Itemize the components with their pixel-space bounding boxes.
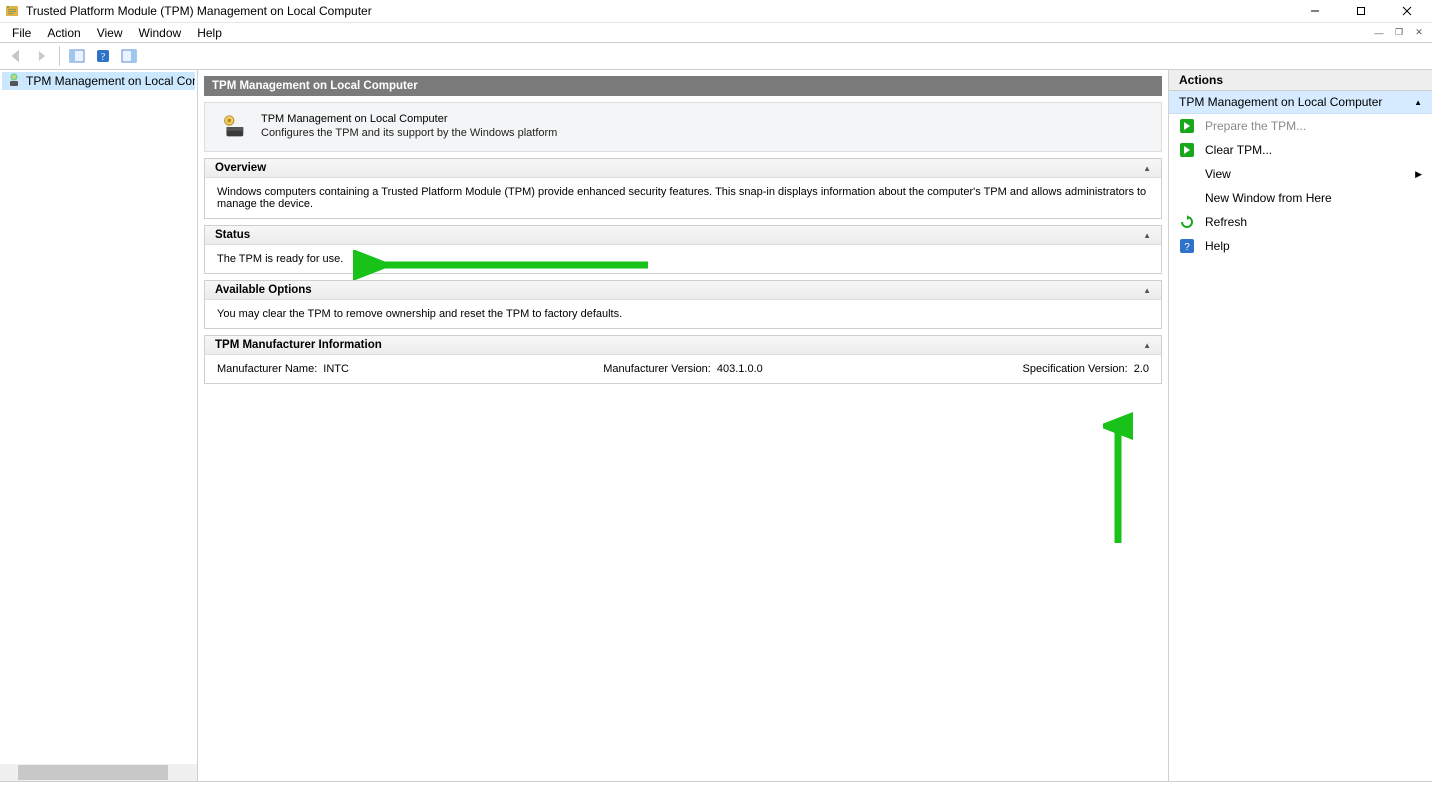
- help-icon: ?: [1179, 238, 1195, 254]
- section-options: Available Options ▲ You may clear the TP…: [204, 280, 1162, 329]
- menu-window[interactable]: Window: [131, 25, 190, 41]
- arrow-right-green-icon: [1179, 118, 1195, 134]
- intro-title: TPM Management on Local Computer: [261, 113, 557, 125]
- show-hide-action-pane-button[interactable]: [117, 45, 141, 67]
- action-view-label: View: [1205, 167, 1231, 181]
- mdi-restore[interactable]: ❐: [1390, 25, 1408, 41]
- main-content: TPM Management on Local Compu TPM Manage…: [0, 70, 1432, 781]
- action-help-label: Help: [1205, 239, 1230, 253]
- tree-root-node[interactable]: TPM Management on Local Compu: [2, 72, 195, 90]
- section-status: Status ▲ The TPM is ready for use.: [204, 225, 1162, 274]
- manufacturer-name-label: Manufacturer Name:: [217, 363, 317, 375]
- action-prepare-label: Prepare the TPM...: [1205, 119, 1306, 133]
- collapse-icon: ▲: [1143, 286, 1151, 295]
- section-status-title: Status: [215, 229, 250, 241]
- section-overview-header[interactable]: Overview ▲: [205, 159, 1161, 178]
- submenu-indicator-icon: ▶: [1415, 169, 1422, 180]
- action-refresh-label: Refresh: [1205, 215, 1247, 229]
- section-options-header[interactable]: Available Options ▲: [205, 281, 1161, 300]
- menu-view[interactable]: View: [89, 25, 131, 41]
- action-new-window[interactable]: New Window from Here: [1169, 186, 1432, 210]
- mdi-close[interactable]: ✕: [1410, 25, 1428, 41]
- section-overview-body: Windows computers containing a Trusted P…: [205, 178, 1161, 218]
- svg-text:?: ?: [101, 52, 106, 63]
- close-button[interactable]: [1384, 0, 1430, 22]
- action-help[interactable]: ? Help: [1169, 234, 1432, 258]
- action-new-window-label: New Window from Here: [1205, 191, 1332, 205]
- minimize-button[interactable]: [1292, 0, 1338, 22]
- section-manufacturer: TPM Manufacturer Information ▲ Manufactu…: [204, 335, 1162, 384]
- action-view[interactable]: View ▶: [1169, 162, 1432, 186]
- specification-version-value: 2.0: [1134, 363, 1149, 375]
- action-prepare-tpm[interactable]: Prepare the TPM...: [1169, 114, 1432, 138]
- toolbar: ?: [0, 43, 1432, 70]
- section-manufacturer-header[interactable]: TPM Manufacturer Information ▲: [205, 336, 1161, 355]
- title-bar: Trusted Platform Module (TPM) Management…: [0, 0, 1432, 22]
- intro-box: TPM Management on Local Computer Configu…: [204, 102, 1162, 152]
- back-button[interactable]: [4, 45, 28, 67]
- maximize-button[interactable]: [1338, 0, 1384, 22]
- collapse-icon: ▲: [1414, 98, 1422, 107]
- section-overview: Overview ▲ Windows computers containing …: [204, 158, 1162, 219]
- tpm-node-icon: [6, 73, 22, 89]
- section-overview-title: Overview: [215, 162, 266, 174]
- blank-icon: [1179, 166, 1195, 182]
- section-options-body: You may clear the TPM to remove ownershi…: [205, 300, 1161, 328]
- refresh-icon: [1179, 214, 1195, 230]
- console-tree-pane: TPM Management on Local Compu: [0, 70, 198, 781]
- manufacturer-row: Manufacturer Name: INTC Manufacturer Ver…: [217, 363, 1149, 375]
- actions-context[interactable]: TPM Management on Local Computer ▲: [1169, 91, 1432, 114]
- menu-file[interactable]: File: [4, 25, 39, 41]
- action-refresh[interactable]: Refresh: [1169, 210, 1432, 234]
- mdi-controls: — ❐ ✕: [1370, 25, 1428, 41]
- collapse-icon: ▲: [1143, 164, 1151, 173]
- menu-help[interactable]: Help: [189, 25, 230, 41]
- manufacturer-name-value: INTC: [323, 363, 349, 375]
- manufacturer-version-label: Manufacturer Version:: [603, 363, 711, 375]
- specification-version-label: Specification Version:: [1023, 363, 1128, 375]
- section-options-title: Available Options: [215, 284, 312, 296]
- actions-context-label: TPM Management on Local Computer: [1179, 95, 1382, 109]
- show-hide-console-tree-button[interactable]: [65, 45, 89, 67]
- toolbar-separator: [59, 46, 60, 66]
- app-icon: [4, 3, 20, 19]
- collapse-icon: ▲: [1143, 341, 1151, 350]
- tree-root-label: TPM Management on Local Compu: [26, 74, 195, 88]
- section-status-header[interactable]: Status ▲: [205, 226, 1161, 245]
- annotation-arrow-spec: [1103, 408, 1133, 548]
- status-bar: [0, 781, 1432, 805]
- window-title: Trusted Platform Module (TPM) Management…: [26, 4, 1292, 18]
- manufacturer-version-value: 403.1.0.0: [717, 363, 763, 375]
- tree-horizontal-scrollbar[interactable]: [0, 764, 197, 781]
- actions-pane: Actions TPM Management on Local Computer…: [1169, 70, 1432, 781]
- actions-pane-title: Actions: [1169, 70, 1432, 91]
- mdi-minimize[interactable]: —: [1370, 25, 1388, 41]
- menu-action[interactable]: Action: [39, 25, 88, 41]
- svg-text:?: ?: [1184, 242, 1190, 253]
- forward-button[interactable]: [30, 45, 54, 67]
- section-manufacturer-title: TPM Manufacturer Information: [215, 339, 382, 351]
- menu-bar: File Action View Window Help — ❐ ✕: [0, 22, 1432, 43]
- scrollbar-thumb[interactable]: [18, 765, 168, 780]
- collapse-icon: ▲: [1143, 231, 1151, 240]
- intro-subtitle: Configures the TPM and its support by th…: [261, 127, 557, 139]
- blank-icon: [1179, 190, 1195, 206]
- action-clear-label: Clear TPM...: [1205, 143, 1272, 157]
- result-pane: TPM Management on Local Computer TPM Man…: [198, 70, 1169, 781]
- tpm-chip-icon: [219, 113, 247, 141]
- result-pane-header: TPM Management on Local Computer: [204, 76, 1162, 96]
- help-button[interactable]: ?: [91, 45, 115, 67]
- section-status-body: The TPM is ready for use.: [205, 245, 1161, 273]
- window-controls: [1292, 0, 1430, 22]
- arrow-right-green-icon: [1179, 142, 1195, 158]
- action-clear-tpm[interactable]: Clear TPM...: [1169, 138, 1432, 162]
